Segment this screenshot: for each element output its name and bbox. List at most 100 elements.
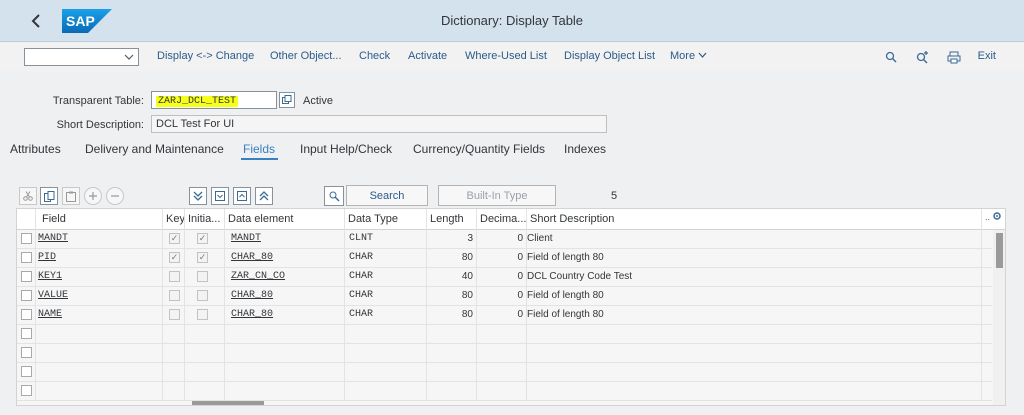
row-selector[interactable] (17, 363, 36, 381)
row-selector[interactable] (17, 382, 36, 400)
exit-button[interactable]: Exit (978, 50, 996, 62)
row-select-checkbox[interactable] (21, 347, 32, 358)
col-header-initial[interactable]: Initia... (185, 209, 225, 230)
initial-cell[interactable] (185, 344, 225, 362)
key-cell[interactable] (163, 287, 185, 305)
tab-currency-quantity[interactable]: Currency/Quantity Fields (413, 142, 545, 156)
check-button[interactable]: Check (359, 50, 390, 62)
row-select-checkbox[interactable] (21, 252, 32, 263)
col-header-decimals[interactable]: Decima... (477, 209, 527, 230)
search-next-icon[interactable] (914, 48, 932, 66)
table-row[interactable]: PID ✓ ✓ CHAR_80 CHAR 80 0 Field of length 80 (17, 249, 992, 268)
transparent-table-field[interactable]: ZARJ_DCL_TEST (151, 91, 277, 109)
initial-checkbox[interactable] (197, 309, 208, 320)
scroll-top-icon[interactable] (255, 187, 273, 205)
row-select-checkbox[interactable] (21, 385, 32, 396)
initial-cell[interactable] (185, 363, 225, 381)
row-select-checkbox[interactable] (21, 366, 32, 377)
key-checkbox[interactable]: ✓ (169, 233, 180, 244)
initial-cell[interactable] (185, 325, 225, 343)
row-select-checkbox[interactable] (21, 271, 32, 282)
cell-field[interactable]: MANDT (36, 230, 163, 248)
row-selector[interactable] (17, 344, 36, 362)
cell-field[interactable] (36, 363, 163, 381)
initial-checkbox[interactable]: ✓ (197, 233, 208, 244)
paste-icon[interactable] (62, 187, 80, 205)
table-row[interactable]: MANDT ✓ ✓ MANDT CLNT 3 0 Client (17, 230, 992, 249)
cell-element[interactable]: CHAR_80 (225, 249, 345, 267)
copy-icon[interactable] (279, 92, 295, 108)
more-button[interactable]: More (670, 50, 707, 62)
key-cell[interactable]: ✓ (163, 249, 185, 267)
initial-cell[interactable] (185, 287, 225, 305)
key-cell[interactable] (163, 306, 185, 324)
horizontal-scrollbar[interactable] (17, 399, 992, 405)
table-row[interactable] (17, 325, 992, 344)
col-header-short-description[interactable]: Short Description (527, 209, 982, 230)
key-cell[interactable] (163, 325, 185, 343)
key-checkbox[interactable] (169, 290, 180, 301)
tab-indexes[interactable]: Indexes (564, 142, 606, 156)
command-field-select[interactable] (24, 48, 139, 66)
row-selector[interactable] (17, 306, 36, 324)
initial-checkbox[interactable] (197, 290, 208, 301)
select-all-cell[interactable] (17, 209, 36, 230)
short-description-field[interactable]: DCL Test For UI (151, 115, 607, 133)
back-button[interactable] (24, 9, 48, 33)
tab-input-help-check[interactable]: Input Help/Check (300, 142, 392, 156)
horizontal-scroll-thumb[interactable] (192, 401, 264, 405)
cell-field[interactable]: KEY1 (36, 268, 163, 286)
table-row[interactable]: VALUE CHAR_80 CHAR 80 0 Field of length 80 (17, 287, 992, 306)
key-cell[interactable] (163, 382, 185, 400)
key-checkbox[interactable]: ✓ (169, 252, 180, 263)
key-cell[interactable] (163, 344, 185, 362)
where-used-list-button[interactable]: Where-Used List (465, 50, 547, 62)
row-select-checkbox[interactable] (21, 328, 32, 339)
initial-cell[interactable]: ✓ (185, 249, 225, 267)
cell-field[interactable]: PID (36, 249, 163, 267)
cell-element[interactable]: ZAR_CN_CO (225, 268, 345, 286)
cell-element[interactable]: MANDT (225, 230, 345, 248)
settings-icon[interactable]: .. (982, 209, 1005, 230)
cell-field[interactable]: VALUE (36, 287, 163, 305)
move-down-icon[interactable] (211, 187, 229, 205)
cell-field[interactable] (36, 325, 163, 343)
table-row[interactable]: KEY1 ZAR_CN_CO CHAR 40 0 DCL Country Code Tes… (17, 268, 992, 287)
col-header-key[interactable]: Key (163, 209, 185, 230)
row-select-checkbox[interactable] (21, 309, 32, 320)
key-cell[interactable]: ✓ (163, 230, 185, 248)
initial-cell[interactable] (185, 382, 225, 400)
row-selector[interactable] (17, 287, 36, 305)
print-icon[interactable] (945, 48, 963, 66)
row-select-checkbox[interactable] (21, 290, 32, 301)
display-change-button[interactable]: Display <-> Change (157, 50, 254, 62)
cell-element[interactable] (225, 363, 345, 381)
col-header-data-type[interactable]: Data Type (345, 209, 427, 230)
other-object-button[interactable]: Other Object... (270, 50, 342, 62)
tab-fields[interactable]: Fields (243, 142, 275, 156)
search-icon[interactable] (882, 48, 900, 66)
move-up-icon[interactable] (233, 187, 251, 205)
initial-cell[interactable] (185, 268, 225, 286)
key-cell[interactable] (163, 363, 185, 381)
key-cell[interactable] (163, 268, 185, 286)
row-selector[interactable] (17, 325, 36, 343)
vertical-scroll-thumb[interactable] (996, 233, 1003, 268)
initial-checkbox[interactable]: ✓ (197, 252, 208, 263)
insert-row-icon[interactable] (84, 187, 102, 205)
cut-icon[interactable] (19, 187, 37, 205)
cell-field[interactable] (36, 382, 163, 400)
col-header-field[interactable]: Field (36, 209, 163, 230)
key-checkbox[interactable] (169, 271, 180, 282)
row-selector[interactable] (17, 230, 36, 248)
table-row[interactable] (17, 363, 992, 382)
copy-rows-icon[interactable] (40, 187, 58, 205)
cell-field[interactable]: NAME (36, 306, 163, 324)
row-selector[interactable] (17, 249, 36, 267)
search-help-icon[interactable] (324, 186, 344, 206)
table-row[interactable]: NAME CHAR_80 CHAR 80 0 Field of length 80 (17, 306, 992, 325)
search-button[interactable]: Search (346, 185, 428, 206)
initial-checkbox[interactable] (197, 271, 208, 282)
row-selector[interactable] (17, 268, 36, 286)
table-row[interactable] (17, 344, 992, 363)
